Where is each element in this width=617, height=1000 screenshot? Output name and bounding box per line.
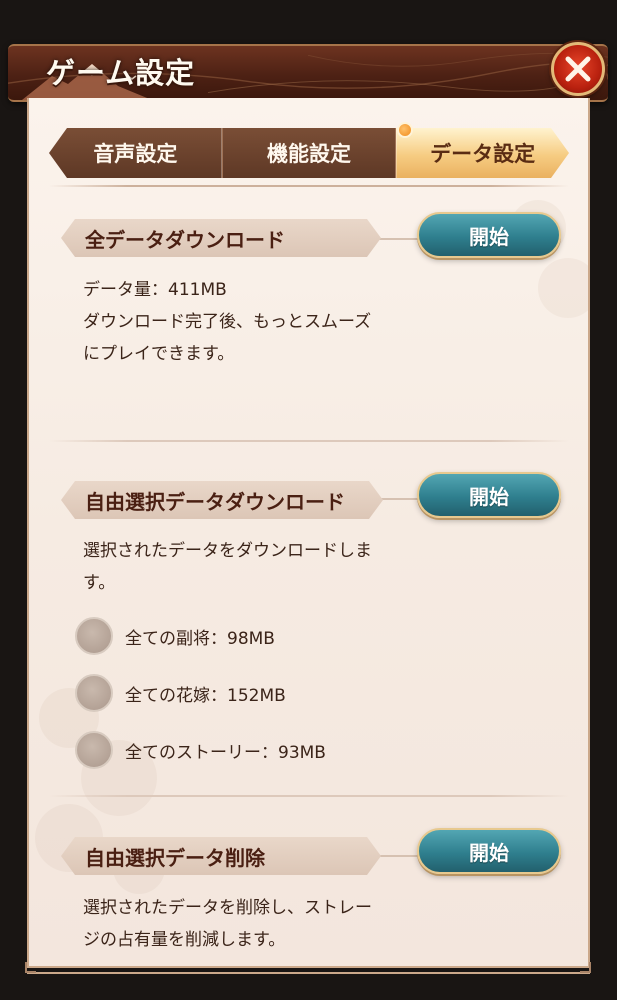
section-all-download-label: 全データダウンロード	[61, 219, 381, 257]
flower-pattern-decoration-right	[510, 200, 588, 318]
tab-function-label: 機能設定	[267, 142, 351, 166]
section-select-download-label: 自由選択データダウンロード	[61, 481, 383, 519]
option-label: 全ての副将：98MB	[125, 628, 275, 649]
option-radio[interactable]	[75, 617, 113, 655]
desc-line: ダウンロード完了後、もっとスムーズ	[83, 312, 372, 332]
option-radio[interactable]	[75, 731, 113, 769]
option-label: 全てのストーリー：93MB	[125, 742, 326, 763]
option-label: 全ての花嫁：152MB	[125, 685, 286, 706]
tab-data-label: データ設定	[430, 142, 536, 166]
desc-line: データ量：411MB	[83, 280, 227, 300]
tab-underline-divider	[49, 185, 569, 187]
desc-line: 選択されたデータを削除し、ストレー	[83, 898, 372, 918]
section-divider	[49, 795, 569, 797]
page-title: ゲーム設定	[46, 56, 196, 90]
all-download-start-button[interactable]: 開始	[417, 212, 561, 258]
desc-line: す。	[83, 573, 116, 593]
option-all-generals[interactable]: 全ての副将：98MB	[75, 616, 275, 656]
select-download-start-button[interactable]: 開始	[417, 472, 561, 518]
desc-line: ジの占有量を削減します。	[83, 930, 286, 950]
panel-bottom-border	[27, 960, 590, 974]
select-delete-description: 選択されたデータを削除し、ストレー ジの占有量を削減します。	[83, 892, 372, 956]
tab-function[interactable]: 機能設定	[221, 128, 397, 178]
desc-line: にプレイできます。	[83, 344, 235, 364]
section-divider	[49, 440, 569, 442]
settings-panel: 音声設定 機能設定 データ設定 全データダウンロード 開始 データ量：411MB…	[27, 98, 590, 968]
select-delete-start-button[interactable]: 開始	[417, 828, 561, 874]
tab-sound[interactable]: 音声設定	[49, 128, 222, 178]
desc-line: 選択されたデータをダウンロードしま	[83, 541, 372, 561]
section-select-delete-label: 自由選択データ削除	[61, 837, 381, 875]
close-icon	[565, 56, 591, 82]
corner-ornament-right	[580, 962, 591, 973]
settings-tabs: 音声設定 機能設定 データ設定	[49, 122, 569, 178]
select-download-description: 選択されたデータをダウンロードしま す。	[83, 535, 372, 599]
option-all-stories[interactable]: 全てのストーリー：93MB	[75, 730, 326, 770]
close-button[interactable]	[551, 42, 605, 96]
corner-ornament-left	[25, 962, 36, 973]
option-radio[interactable]	[75, 674, 113, 712]
tab-data[interactable]: データ設定	[396, 128, 569, 178]
tab-sound-label: 音声設定	[93, 142, 178, 166]
notification-badge	[397, 122, 413, 138]
all-download-description: データ量：411MB ダウンロード完了後、もっとスムーズ にプレイできます。	[83, 274, 371, 370]
option-all-brides[interactable]: 全ての花嫁：152MB	[75, 673, 286, 713]
